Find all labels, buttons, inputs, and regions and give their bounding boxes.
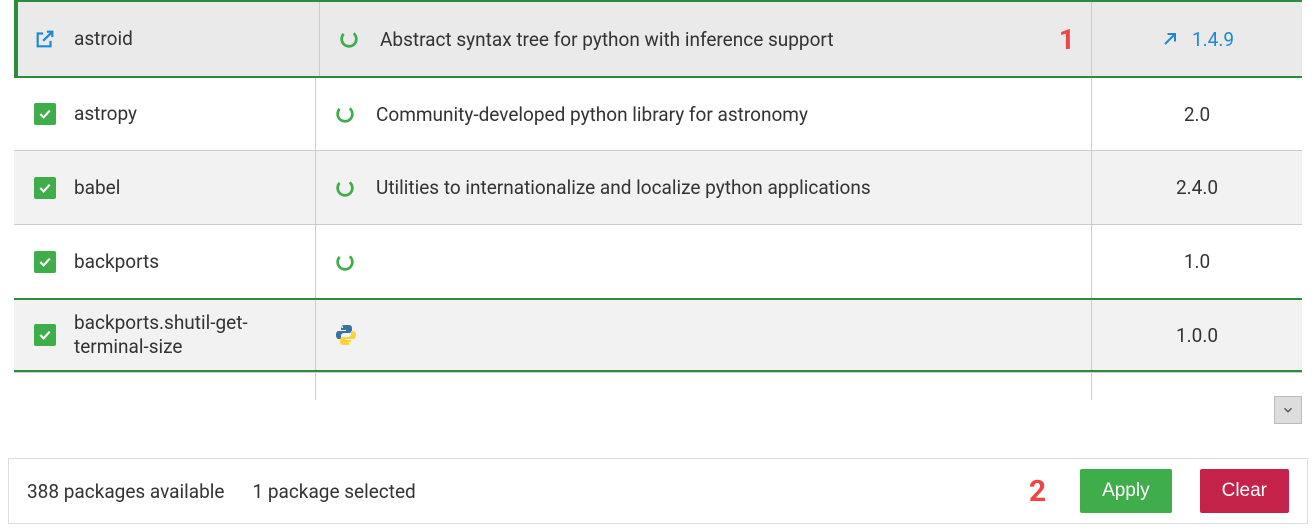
- apply-button[interactable]: Apply: [1080, 469, 1172, 513]
- package-name: astroid: [74, 27, 133, 51]
- callout-label-2: 2: [1029, 474, 1046, 509]
- spinner-icon: [334, 103, 356, 125]
- clear-button[interactable]: Clear: [1200, 469, 1289, 513]
- mark-for-install-icon[interactable]: [34, 28, 56, 50]
- package-version: 2.0: [1184, 103, 1210, 126]
- package-version: 1.0: [1184, 250, 1210, 273]
- python-icon: [334, 323, 358, 347]
- package-name: astropy: [74, 102, 137, 126]
- package-description: Community-developed python library for a…: [376, 103, 808, 126]
- upgrade-arrow-icon: [1160, 29, 1180, 49]
- table-row[interactable]: backports.shutil-get-terminal-size 1.0.0: [14, 298, 1302, 372]
- spinner-icon: [338, 28, 360, 50]
- packages-selected-label: 1 package selected: [252, 480, 415, 503]
- table-row[interactable]: astroid Abstract syntax tree for python …: [14, 2, 1302, 76]
- spinner-icon: [334, 177, 356, 199]
- spinner-icon: [334, 251, 356, 273]
- package-version: 1.0.0: [1176, 324, 1218, 347]
- checkbox-checked-icon[interactable]: [34, 324, 56, 346]
- package-name: babel: [74, 176, 120, 200]
- package-description: Utilities to internationalize and locali…: [376, 176, 871, 199]
- checkbox-checked-icon[interactable]: [34, 177, 56, 199]
- checkbox-checked-icon[interactable]: [34, 251, 56, 273]
- callout-label-1: 1: [1059, 23, 1075, 56]
- table-row[interactable]: astropy Community-developed python libra…: [14, 76, 1302, 150]
- package-description: Abstract syntax tree for python with inf…: [380, 28, 834, 51]
- table-row: [14, 372, 1302, 400]
- table-row[interactable]: babel Utilities to internationalize and …: [14, 150, 1302, 224]
- packages-available-label: 388 packages available: [27, 480, 224, 503]
- scroll-down-button[interactable]: [1274, 396, 1302, 424]
- package-table: astroid Abstract syntax tree for python …: [14, 0, 1302, 436]
- package-name: backports: [74, 250, 159, 274]
- package-version: 2.4.0: [1176, 176, 1218, 199]
- table-row[interactable]: backports 1.0: [14, 224, 1302, 298]
- package-version[interactable]: 1.4.9: [1192, 28, 1234, 51]
- checkbox-checked-icon[interactable]: [34, 103, 56, 125]
- package-name: backports.shutil-get-terminal-size: [74, 311, 303, 359]
- footer-bar: 388 packages available 1 package selecte…: [8, 458, 1308, 524]
